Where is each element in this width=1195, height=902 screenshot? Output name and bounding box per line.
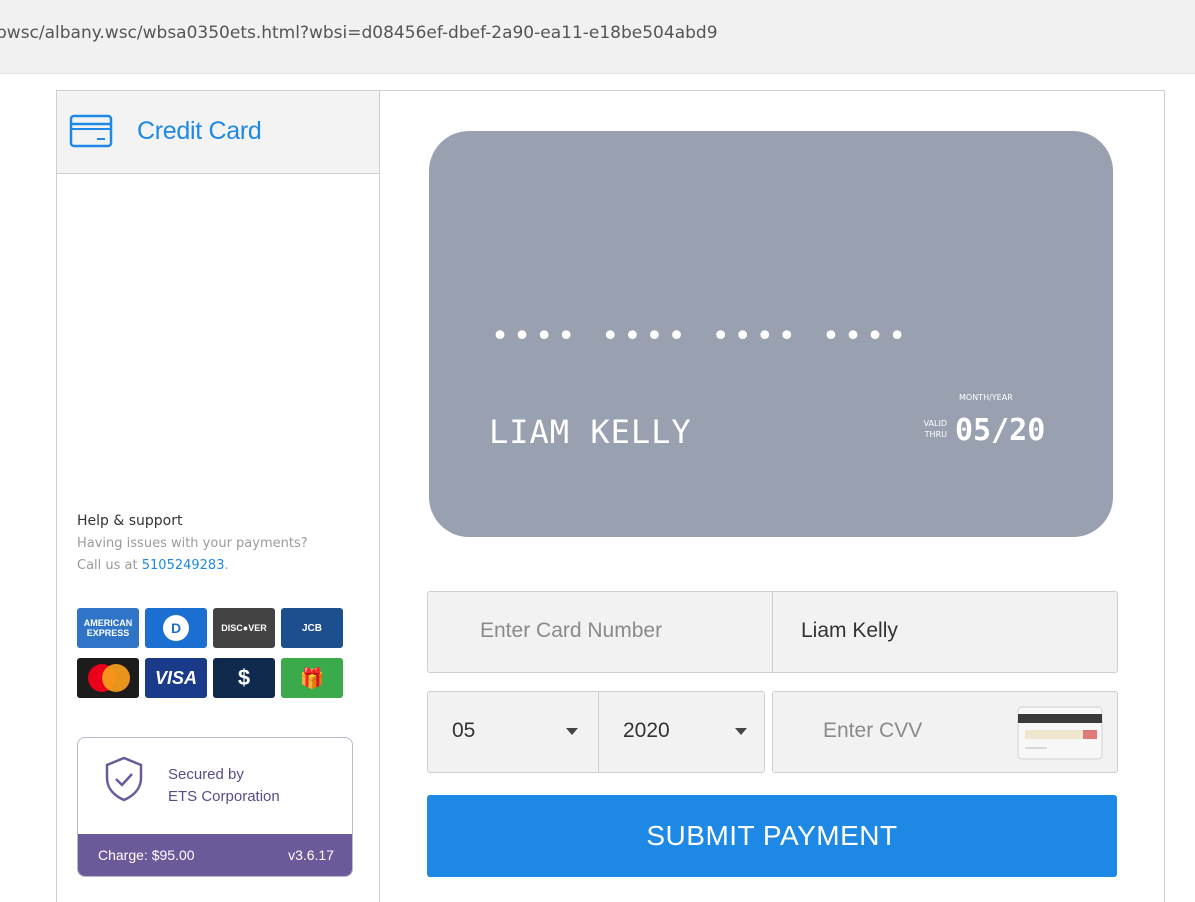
security-badge: Secured by ETS Corporation Charge: $95.0… [77,737,353,877]
url-text[interactable]: bwsc/albany.wsc/wbsa0350ets.html?wbsi=d0… [0,23,718,43]
expiry-month-value: 05 [452,719,476,742]
card-number-input[interactable] [478,618,742,644]
help-title: Help & support [77,513,183,529]
mastercard-logo [77,658,139,698]
visa-logo: VISA [145,658,207,698]
secured-by-text: Secured by [168,766,244,783]
accepted-cards: AMERICAN EXPRESS D DISC●VER JCB VISA $ 🎁 [77,608,357,698]
payment-sidebar: Credit Card Help & support Having issues… [57,91,380,902]
help-call-prefix: Call us at [77,558,142,573]
cvv-field[interactable] [772,691,1118,773]
cvv-input[interactable] [821,718,1025,744]
discover-logo: DISC●VER [213,608,275,648]
shield-check-icon [105,756,143,802]
card-preview: •••• •••• •••• •••• LIAM KELLY MONTH/YEA… [429,131,1113,537]
help-call-text: Call us at 5105249283. [77,558,229,573]
payment-widget: Credit Card Help & support Having issues… [56,90,1165,902]
card-expiry: 05/20 [955,413,1046,448]
name-input[interactable] [799,618,1103,644]
chevron-down-icon [566,728,578,735]
diners-logo: D [145,608,207,648]
chevron-down-icon [735,728,747,735]
version-label: v3.6.17 [288,847,334,863]
expiry-year-value: 2020 [623,719,670,742]
month-year-label: MONTH/YEAR [959,393,1013,402]
address-bar[interactable]: bwsc/albany.wsc/wbsa0350ets.html?wbsi=d0… [0,0,1195,74]
card-holder-name: LIAM KELLY [489,413,692,451]
help-phone-link[interactable]: 5105249283 [142,558,225,573]
thru-label: THRU [924,430,947,439]
valid-label: VALID [923,419,947,428]
tab-credit-card-label: Credit Card [137,117,262,145]
valid-thru-label: VALID THRU [903,418,947,440]
gift-card-logo: 🎁 [281,658,343,698]
charge-amount: Charge: $95.00 [98,847,195,863]
diners-mark: D [163,615,189,641]
cvv-card-back-icon [1017,706,1103,760]
jcb-logo: JCB [281,608,343,648]
help-text: Having issues with your payments? [77,536,308,551]
name-field[interactable] [772,591,1118,673]
submit-payment-button[interactable]: SUBMIT PAYMENT [427,795,1117,877]
help-call-suffix: . [224,558,229,573]
tab-credit-card[interactable]: Credit Card [57,91,379,174]
amex-logo: AMERICAN EXPRESS [77,608,139,648]
charge-bar: Charge: $95.00 v3.6.17 [78,834,352,876]
mastercard-circles [86,664,130,692]
card-number-mask: •••• •••• •••• •••• [491,319,911,354]
secured-company: ETS Corporation [168,788,280,805]
card-number-field[interactable] [427,591,773,673]
other-card-logo: $ [213,658,275,698]
expiry-month-select[interactable]: 05 [427,691,599,773]
credit-card-icon [69,114,113,148]
expiry-year-select[interactable]: 2020 [598,691,765,773]
